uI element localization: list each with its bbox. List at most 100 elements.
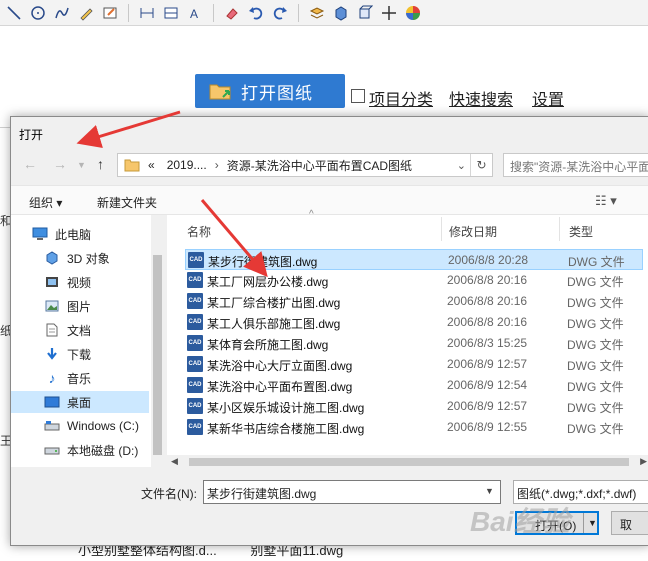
chevron-down-icon[interactable]: ⌄ <box>457 159 466 172</box>
table-icon[interactable] <box>161 3 181 23</box>
scroll-left-icon[interactable]: ◀ <box>171 456 178 467</box>
file-name: 某小区娱乐城设计施工图.dwg <box>207 401 365 415</box>
file-row[interactable]: CAD 某洗浴中心大厅立面图.dwg 2006/8/9 12:57 DWG 文件 <box>185 354 643 375</box>
file-list-pane: ^ 名称 修改日期 类型 CAD 某步行街建筑图.dwg 2006/8/8 20… <box>167 209 648 455</box>
cube-icon[interactable] <box>355 3 375 23</box>
navigation-pane: 此电脑 3D 对象 视频 图片 文档 下载 ♪ 音乐 桌面 Windows (C… <box>11 215 165 467</box>
search-input[interactable]: 搜索"资源-某洗浴中心平面... <box>503 153 648 177</box>
file-type: DWG 文件 <box>567 317 624 331</box>
nav-item-label: 桌面 <box>67 395 92 410</box>
file-type: DWG 文件 <box>567 296 624 310</box>
nav-item-label: 此电脑 <box>55 227 92 242</box>
file-row[interactable]: CAD 某新华书店综合楼施工图.dwg 2006/8/9 12:55 DWG 文… <box>185 417 643 438</box>
file-name: 某工厂综合楼扩出图.dwg <box>207 296 341 310</box>
move-icon[interactable] <box>379 3 399 23</box>
nav-item-label: 3D 对象 <box>67 251 110 266</box>
watermark: Bai经验 <box>470 506 570 537</box>
chevron-down-icon[interactable]: ▼ <box>583 513 599 533</box>
project-category-checkbox[interactable] <box>351 89 365 103</box>
file-row[interactable]: CAD 某洗浴中心平面布置图.dwg 2006/8/9 12:54 DWG 文件 <box>185 375 643 396</box>
breadcrumb-item[interactable]: 资源-某洗浴中心平面布置CAD图纸 <box>227 157 412 174</box>
file-row[interactable]: CAD 某小区娱乐城设计施工图.dwg 2006/8/9 12:57 DWG 文… <box>185 396 643 417</box>
open-file-dialog: 打开 ← → ▼ ↑ « 2019.... › 资源-某洗浴中心平面布置CAD图… <box>10 116 648 546</box>
file-name: 某体育会所施工图.dwg <box>207 338 329 352</box>
nav-item-this-pc[interactable]: 此电脑 <box>31 223 161 245</box>
cad-file-icon: CAD <box>187 335 203 351</box>
scrollbar-thumb[interactable] <box>153 255 162 455</box>
sort-indicator-icon: ^ <box>309 209 314 220</box>
column-separator[interactable] <box>559 217 560 241</box>
chevron-down-icon[interactable]: ▼ <box>485 486 494 496</box>
pencil-icon[interactable] <box>76 3 96 23</box>
color-wheel-icon[interactable] <box>403 3 423 23</box>
column-header-date[interactable]: 修改日期 <box>449 223 497 240</box>
column-header-name[interactable]: 名称 <box>187 223 211 240</box>
scroll-right-icon[interactable]: ▶ <box>640 456 647 467</box>
filename-input[interactable]: 某步行街建筑图.dwg <box>203 480 501 504</box>
back-arrow-icon[interactable]: ← <box>23 156 37 172</box>
horizontal-scrollbar[interactable]: ◀ ▶ <box>167 455 648 469</box>
app-toolbar: A <box>0 0 648 26</box>
nav-item-label: 视频 <box>67 275 92 290</box>
curve-icon[interactable] <box>52 3 72 23</box>
file-row[interactable]: CAD 某工厂网层办公楼.dwg 2006/8/8 20:16 DWG 文件 <box>185 270 643 291</box>
cad-file-icon: CAD <box>187 314 203 330</box>
scrollbar-thumb[interactable] <box>189 458 629 466</box>
file-row[interactable]: CAD 某步行街建筑图.dwg 2006/8/8 20:28 DWG 文件 <box>185 249 643 270</box>
nav-item-label: Windows (C:) <box>67 419 140 433</box>
nav-pane-scrollbar[interactable] <box>151 215 165 467</box>
nav-item-label: 文档 <box>67 323 92 338</box>
redo-icon[interactable] <box>270 3 290 23</box>
file-date: 2006/8/8 20:16 <box>447 315 528 329</box>
file-row[interactable]: CAD 某体育会所施工图.dwg 2006/8/3 15:25 DWG 文件 <box>185 333 643 354</box>
dialog-title: 打开 <box>19 128 44 142</box>
cancel-button[interactable]: 取 <box>611 511 648 535</box>
dimension-icon[interactable] <box>137 3 157 23</box>
line-icon[interactable] <box>4 3 24 23</box>
svg-text:A: A <box>190 7 198 21</box>
column-header-type[interactable]: 类型 <box>569 223 593 240</box>
music-icon: ♪ <box>48 370 56 386</box>
new-folder-button[interactable]: 新建文件夹 <box>97 194 157 211</box>
file-type: DWG 文件 <box>567 359 624 373</box>
eraser-doc-icon[interactable] <box>100 3 120 23</box>
box-3d-icon[interactable] <box>331 3 351 23</box>
layers-icon[interactable] <box>307 3 327 23</box>
up-arrow-icon[interactable]: ↑ <box>97 156 104 172</box>
file-name: 某洗浴中心大厅立面图.dwg <box>207 359 353 373</box>
file-date: 2006/8/8 20:16 <box>447 294 528 308</box>
cad-file-icon: CAD <box>187 293 203 309</box>
recent-dropdown-icon[interactable]: ▼ <box>77 160 86 170</box>
project-category-link[interactable]: 项目分类 <box>369 86 433 110</box>
undo-icon[interactable] <box>246 3 266 23</box>
file-row[interactable]: CAD 某工人俱乐部施工图.dwg 2006/8/8 20:16 DWG 文件 <box>185 312 643 333</box>
refresh-icon[interactable]: ↻ <box>470 154 492 176</box>
file-type: DWG 文件 <box>567 380 624 394</box>
breadcrumb-item[interactable]: 2019.... <box>167 158 207 172</box>
computer-icon <box>31 226 49 242</box>
file-row[interactable]: CAD 某工厂综合楼扩出图.dwg 2006/8/8 20:16 DWG 文件 <box>185 291 643 312</box>
command-bar: 组织 ▾ 新建文件夹 ☷ ▾ <box>11 185 648 215</box>
eraser-icon[interactable] <box>222 3 242 23</box>
organize-button[interactable]: 组织 ▾ <box>29 194 62 211</box>
view-options-icon[interactable]: ☷ ▾ <box>595 193 617 209</box>
text-icon[interactable]: A <box>185 3 205 23</box>
nav-item-desktop[interactable]: 桌面 <box>11 391 149 413</box>
folder-icon <box>124 159 140 172</box>
quick-search-link[interactable]: 快速搜索 <box>449 86 513 110</box>
file-date: 2006/8/9 12:57 <box>447 357 528 371</box>
forward-arrow-icon[interactable]: → <box>53 156 67 172</box>
nav-item-label: 图片 <box>67 299 92 314</box>
file-date: 2006/8/8 20:16 <box>447 273 528 287</box>
address-bar[interactable]: « 2019.... › 资源-某洗浴中心平面布置CAD图纸 ⌄ ↻ <box>117 153 493 177</box>
open-drawing-button[interactable]: 打开图纸 <box>195 74 345 108</box>
toolbar-separator <box>213 3 214 22</box>
column-separator[interactable] <box>441 217 442 241</box>
nav-item-label: 音乐 <box>67 371 92 386</box>
cad-file-icon: CAD <box>187 272 203 288</box>
navigation-bar: ← → ▼ ↑ « 2019.... › 资源-某洗浴中心平面布置CAD图纸 ⌄… <box>11 149 648 179</box>
circle-icon[interactable] <box>28 3 48 23</box>
toolbar-separator <box>298 3 299 22</box>
settings-link[interactable]: 设置 <box>532 86 564 110</box>
cad-file-icon: CAD <box>187 356 203 372</box>
